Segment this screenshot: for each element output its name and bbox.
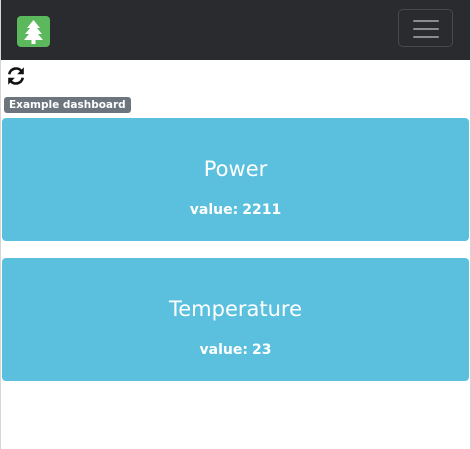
card-title: Temperature xyxy=(168,297,303,321)
card-value-row: value: 2211 xyxy=(2,201,469,219)
card-value-row: value: 23 xyxy=(2,341,469,359)
navbar-toggle-button[interactable] xyxy=(398,9,453,47)
navbar xyxy=(1,0,470,60)
dashboard-badge: Example dashboard xyxy=(4,97,131,113)
pine-tree-icon[interactable] xyxy=(17,16,50,47)
app-frame: Example dashboard Power value: 2211 Tempe… xyxy=(0,0,471,449)
card-title: Power xyxy=(203,157,268,181)
card-value-label: value: xyxy=(199,342,248,358)
hamburger-menu-icon-bar-1 xyxy=(413,20,439,22)
card-value-label: value: xyxy=(189,202,239,218)
hamburger-menu-icon-bar-3 xyxy=(413,36,439,38)
card-value: 2211 xyxy=(242,202,282,218)
hamburger-menu-icon-bar-2 xyxy=(413,28,439,30)
card-value: 23 xyxy=(251,342,272,358)
temperature-card: Temperature value: 23 xyxy=(2,258,469,381)
refresh-button[interactable] xyxy=(6,66,26,86)
refresh-icon xyxy=(7,67,25,85)
pine-tree-icon-graphic xyxy=(24,20,43,44)
power-card: Power value: 2211 xyxy=(2,118,469,241)
